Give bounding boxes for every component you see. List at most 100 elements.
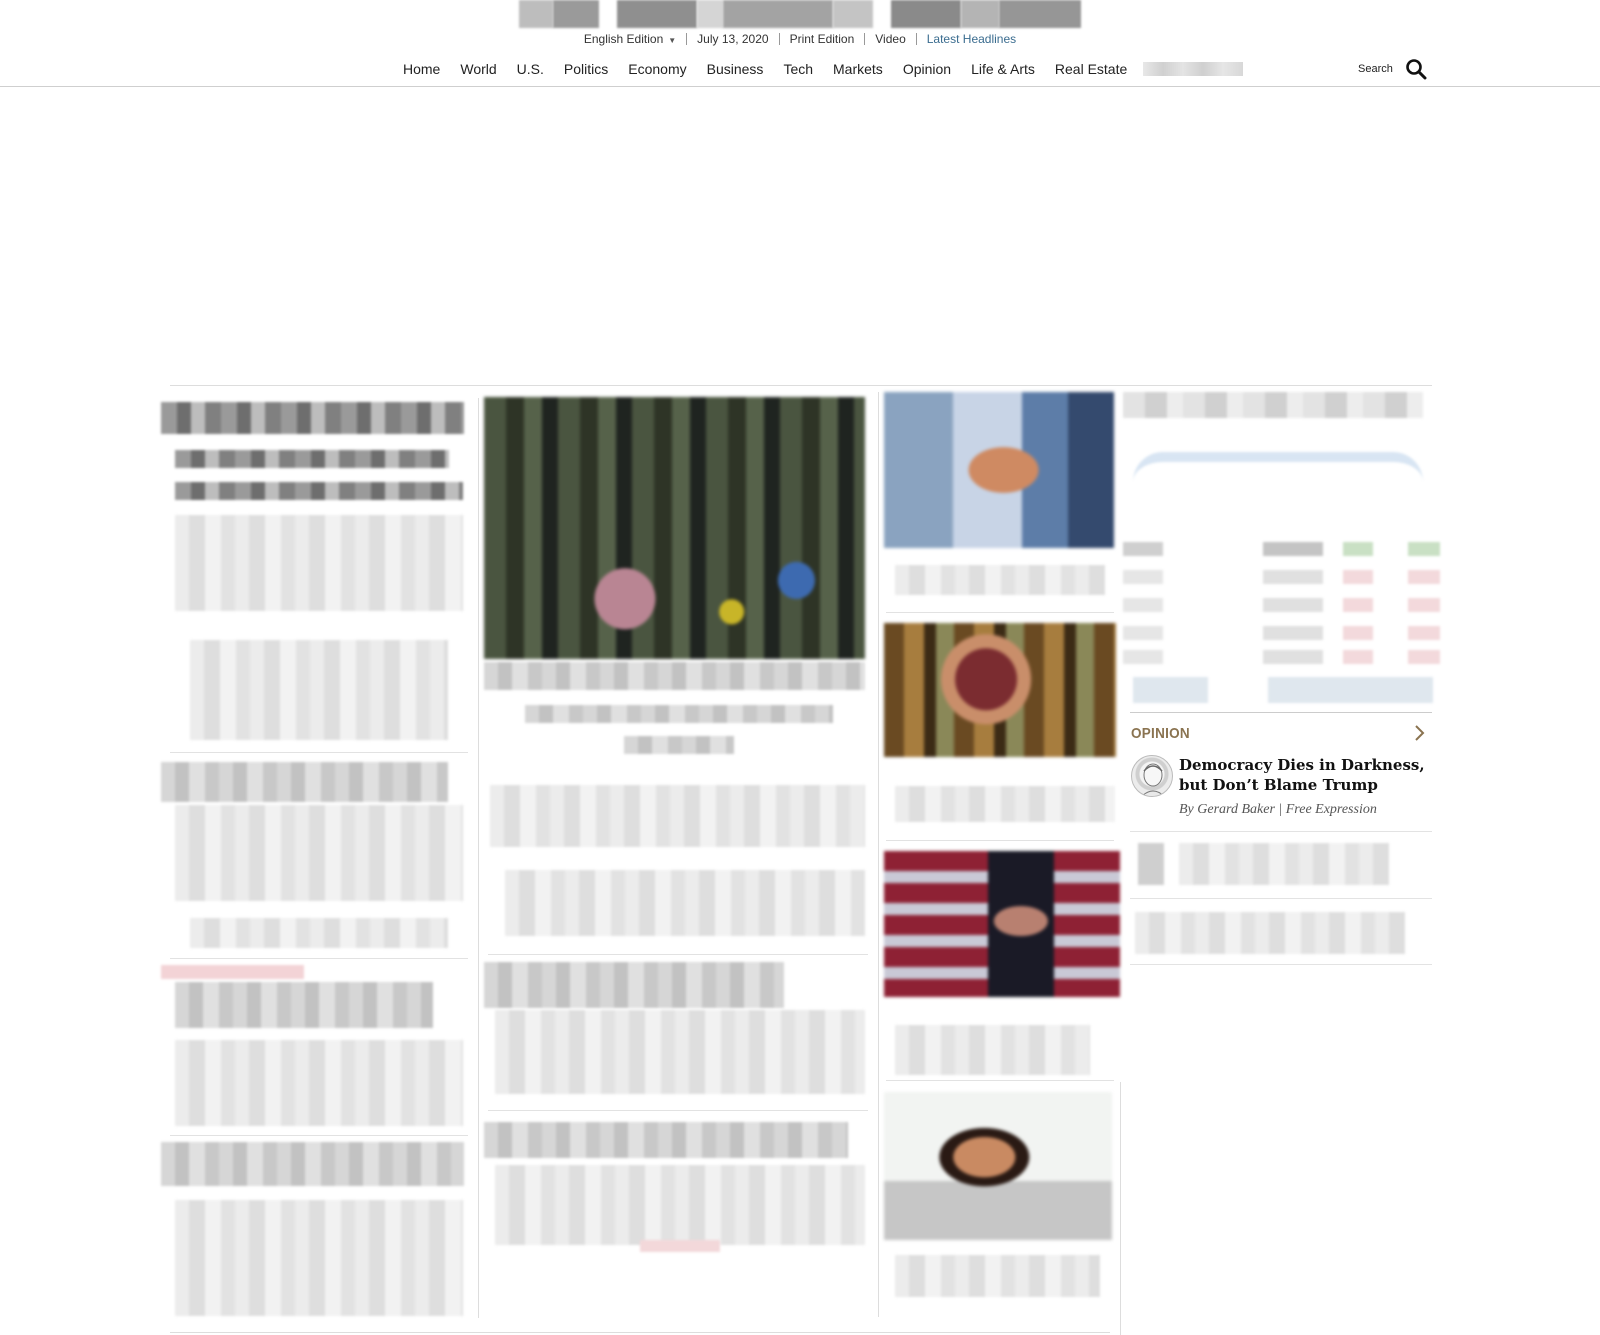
divider (886, 612, 1114, 613)
image-bullets[interactable] (505, 870, 865, 936)
column-divider (1120, 1082, 1121, 1335)
logo-part (617, 0, 697, 28)
nav-item-home[interactable]: Home (403, 61, 440, 77)
story-headline[interactable] (161, 762, 448, 802)
search-button[interactable]: Search (1358, 58, 1427, 80)
story-headline[interactable] (895, 786, 1115, 822)
author-avatar (1131, 755, 1173, 797)
lead-headline-line[interactable] (175, 450, 449, 468)
edition-selector[interactable]: English Edition ▼ (584, 32, 676, 46)
header-divider (0, 86, 1600, 87)
divider (686, 33, 688, 45)
print-edition-link[interactable]: Print Edition (790, 32, 855, 46)
nav-item-business[interactable]: Business (707, 61, 764, 77)
nav-item-real-estate[interactable]: Real Estate (1055, 61, 1127, 77)
divider (1130, 898, 1432, 899)
market-row[interactable] (1123, 626, 1440, 640)
story-image[interactable] (884, 392, 1114, 548)
story-headline[interactable] (484, 1122, 848, 1158)
nav-item-markets[interactable]: Markets (833, 61, 883, 77)
opinion-headline[interactable] (1179, 843, 1389, 885)
column-divider (478, 398, 479, 1318)
story-summary (175, 1200, 463, 1316)
lead-headline-line[interactable] (175, 482, 463, 500)
lead-bullets[interactable] (190, 640, 448, 740)
story-summary (175, 805, 463, 901)
video-link[interactable]: Video (875, 32, 905, 46)
image-headline[interactable] (484, 662, 865, 690)
masthead-logo[interactable] (519, 0, 1081, 28)
image-headline-line[interactable] (525, 705, 833, 723)
story-summary (175, 1040, 463, 1126)
logo-part (873, 0, 891, 28)
markets-chart (1133, 452, 1423, 522)
market-row[interactable] (1123, 542, 1440, 556)
opinion-article-byline: By Gerard Baker | Free Expression (1179, 802, 1377, 817)
story-summary (495, 1010, 865, 1094)
divider (778, 33, 780, 45)
opinion-article[interactable]: Democracy Dies in Darkness, but Don’t Bl… (1131, 755, 1431, 827)
divider (1130, 831, 1432, 832)
story-summary (495, 1165, 865, 1245)
logo-part (999, 0, 1081, 28)
markets-widget-footer (1133, 677, 1433, 703)
opinion-headline[interactable] (1135, 912, 1405, 954)
logo-part (519, 0, 553, 28)
story-flag-label (161, 965, 304, 979)
story-headline[interactable] (175, 982, 433, 1028)
nav-item-opinion[interactable]: Opinion (903, 61, 951, 77)
image-summary (490, 785, 865, 847)
divider (488, 954, 868, 955)
opinion-header[interactable]: OPINION (1131, 722, 1426, 744)
nav-item-obscured[interactable] (1143, 62, 1244, 76)
latest-headlines-link[interactable]: Latest Headlines (927, 32, 1016, 46)
market-row[interactable] (1123, 650, 1440, 664)
nav-item-politics[interactable]: Politics (564, 61, 608, 77)
opinion-article-title[interactable]: Democracy Dies in Darkness, but Don’t Bl… (1179, 755, 1431, 795)
content-bottom-rule (170, 1332, 1110, 1333)
lead-story-image[interactable] (484, 397, 865, 659)
nav-item-economy[interactable]: Economy (628, 61, 686, 77)
markets-widget[interactable] (1123, 392, 1440, 707)
logo-part (697, 0, 723, 28)
search-icon (1406, 59, 1427, 80)
story-headline[interactable] (895, 1025, 1090, 1075)
story-headline[interactable] (161, 1142, 464, 1186)
logo-part (553, 0, 599, 28)
logo-part (961, 0, 999, 28)
nav-item-world[interactable]: World (460, 61, 496, 77)
divider (1130, 964, 1432, 965)
content-top-rule (170, 385, 1432, 386)
nav-items: Home World U.S. Politics Economy Busines… (403, 58, 1244, 80)
nav-item-us[interactable]: U.S. (517, 61, 544, 77)
story-image[interactable] (884, 623, 1116, 757)
lead-summary (175, 515, 463, 611)
story-headline[interactable] (895, 1255, 1100, 1297)
nav-item-tech[interactable]: Tech (783, 61, 813, 77)
logo-part (833, 0, 873, 28)
divider (170, 1135, 468, 1136)
edition-bar: English Edition ▼ July 13, 2020 Print Edi… (0, 30, 1600, 48)
market-row[interactable] (1123, 570, 1440, 584)
opinion-divider (1130, 712, 1432, 713)
chevron-right-icon[interactable] (1414, 724, 1426, 742)
lead-headline[interactable] (161, 402, 464, 434)
market-row[interactable] (1123, 598, 1440, 612)
divider (886, 1080, 1114, 1081)
story-image[interactable] (884, 1092, 1112, 1240)
divider (915, 33, 917, 45)
opinion-thumbnail[interactable] (1138, 843, 1164, 885)
logo-part (599, 0, 617, 28)
image-headline-line[interactable] (624, 736, 734, 754)
divider (488, 1110, 868, 1111)
story-headline[interactable] (895, 565, 1105, 595)
story-image[interactable] (884, 851, 1120, 997)
markets-widget-title (1123, 392, 1423, 418)
divider (864, 33, 866, 45)
divider (886, 840, 1114, 841)
story-headline[interactable] (484, 962, 784, 1008)
nav-item-life-arts[interactable]: Life & Arts (971, 61, 1035, 77)
edition-label: English Edition (583, 32, 664, 46)
logo-part (723, 0, 833, 28)
story-bullet[interactable] (190, 918, 448, 948)
